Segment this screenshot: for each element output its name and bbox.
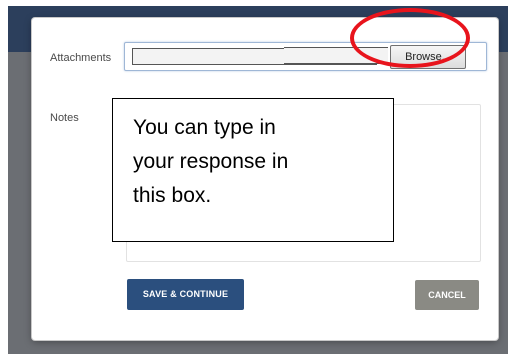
save-continue-button[interactable]: SAVE & CONTINUE [127, 279, 244, 310]
browse-highlight-circle [350, 8, 470, 68]
notes-label: Notes [50, 112, 79, 124]
instruction-callout: You can type in your response in this bo… [112, 98, 394, 242]
callout-line: your response in [133, 150, 289, 173]
callout-line: this box. [133, 184, 212, 207]
cancel-button[interactable]: CANCEL [415, 280, 479, 310]
attachments-label: Attachments [50, 52, 112, 64]
callout-line: You can type in [133, 116, 276, 139]
